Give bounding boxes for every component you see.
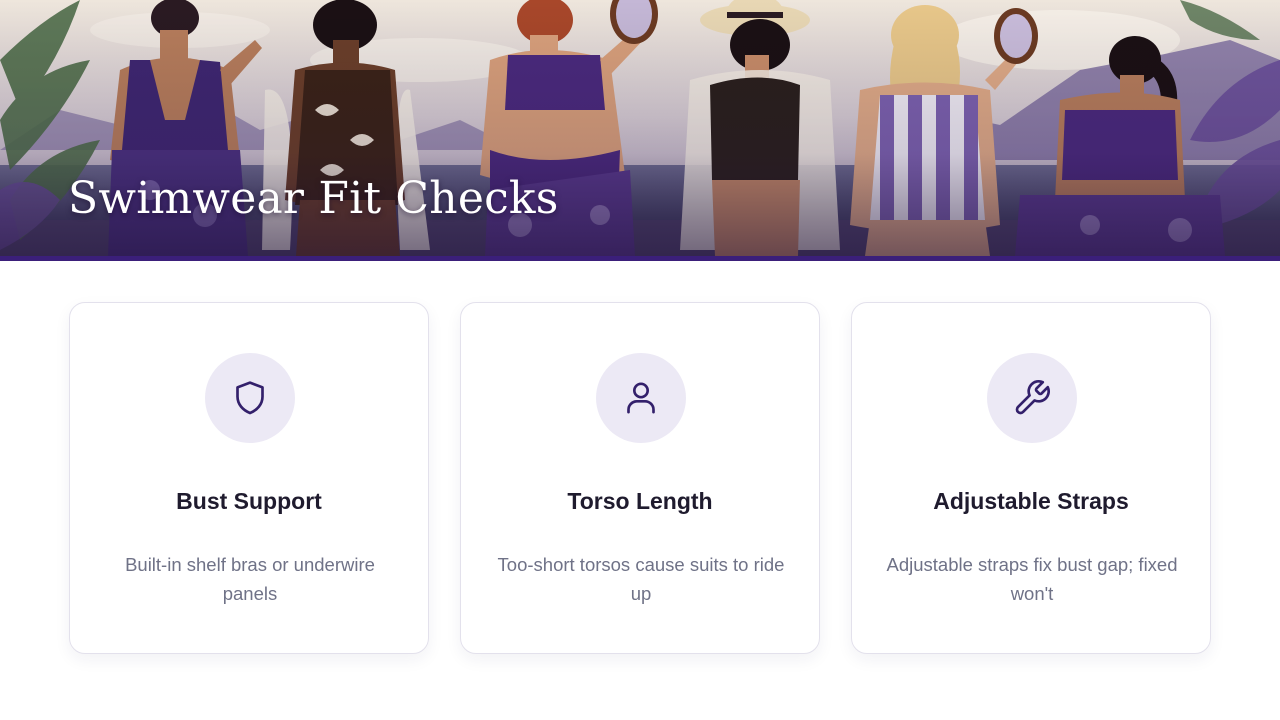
- card-icon-badge: [596, 353, 686, 443]
- card-title: Torso Length: [567, 488, 713, 514]
- wrench-icon: [1015, 380, 1050, 415]
- card-adjustable-straps: Adjustable Straps Adjustable straps fix …: [851, 302, 1211, 654]
- card-title: Bust Support: [176, 488, 322, 514]
- card-bust-support: Bust Support Built-in shelf bras or unde…: [69, 302, 429, 654]
- user-icon: [627, 382, 655, 414]
- page-title: Swimwear Fit Checks: [68, 173, 559, 224]
- hero-divider: [0, 256, 1280, 261]
- hero-banner: Swimwear Fit Checks: [0, 0, 1280, 256]
- card-description: Too-short torsos cause suits to ride up: [497, 554, 785, 604]
- card-icon-badge: [987, 353, 1077, 443]
- card-title: Adjustable Straps: [933, 488, 1129, 514]
- card-icon-badge: [205, 353, 295, 443]
- shield-icon: [236, 381, 264, 415]
- card-description: Adjustable straps fix bust gap; fixed wo…: [886, 554, 1178, 604]
- card-torso-length: Torso Length Too-short torsos cause suit…: [460, 302, 820, 654]
- page: Swimwear Fit Checks Bust Support Built-i…: [0, 0, 1280, 720]
- card-description: Built-in shelf bras or underwire panels: [125, 554, 375, 604]
